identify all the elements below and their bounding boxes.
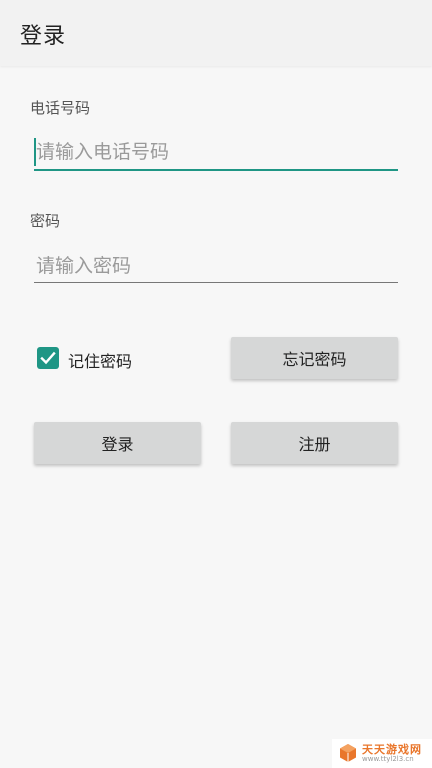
login-button[interactable]: 登录 [34,422,201,464]
remember-password-checkbox[interactable] [37,347,59,369]
remember-password-label[interactable]: 记住密码 [68,348,132,372]
watermark: 天天游戏网 www.ttyl2l3.cn [332,739,432,768]
page-title: 登录 [20,24,67,49]
cube-logo-icon [340,744,356,762]
check-icon [40,351,56,365]
text-cursor [34,138,36,166]
phone-label: 电话号码 [30,99,91,117]
register-button[interactable]: 注册 [231,422,398,464]
password-label: 密码 [30,212,61,230]
forgot-password-button[interactable]: 忘记密码 [231,337,398,379]
password-input-underline [34,282,398,283]
password-input[interactable] [34,248,400,284]
phone-input-underline [34,169,398,171]
watermark-url: www.ttyl2l3.cn [362,755,414,763]
phone-input[interactable] [34,134,400,170]
app-bar: 登录 [0,0,432,66]
